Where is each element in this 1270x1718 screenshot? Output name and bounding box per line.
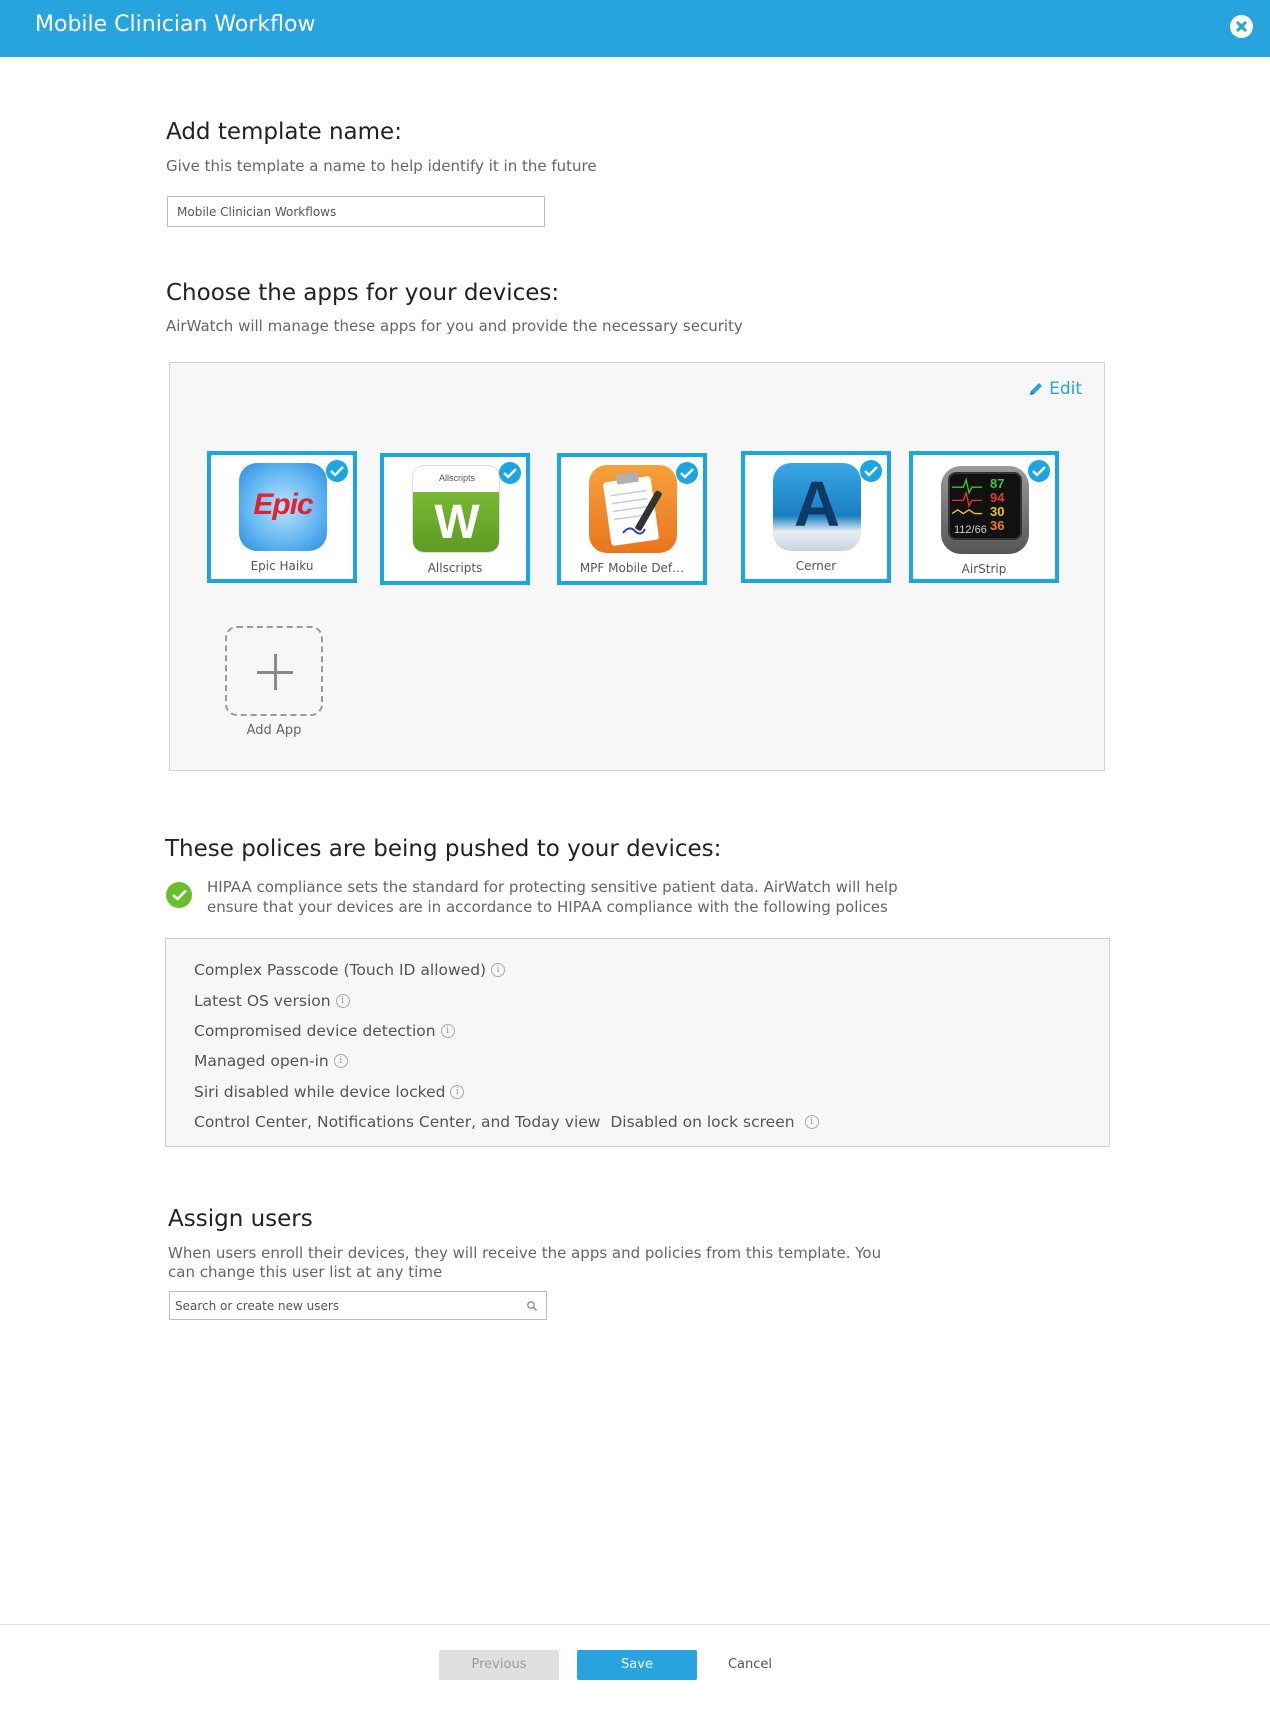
airstrip-reading-4: 36 <box>990 518 1005 533</box>
policy-item: Complex Passcode (Touch ID allowed) i <box>194 955 1109 985</box>
policy-item: Control Center, Notifications Center, an… <box>194 1107 1109 1137</box>
footer-divider <box>0 1624 1270 1625</box>
info-icon[interactable]: i <box>804 1115 819 1130</box>
template-name-input[interactable]: Mobile Clinician Workflows <box>167 196 545 227</box>
policy-label: Control Center, Notifications Center, an… <box>194 1113 795 1132</box>
policy-label: Compromised device detection <box>194 1021 436 1040</box>
info-icon[interactable]: i <box>440 1023 455 1038</box>
edit-label: Edit <box>1049 379 1082 399</box>
app-tile-epic-haiku[interactable]: Epic Epic Haiku <box>207 451 357 583</box>
previous-button[interactable]: Previous <box>439 1650 559 1680</box>
user-search-placeholder: Search or create new users <box>175 1299 340 1313</box>
app-tile-mpf-mobile[interactable]: MPF Mobile Def… <box>557 453 707 585</box>
app-tile-allscripts[interactable]: Allscripts W Allscripts <box>380 453 530 585</box>
airstrip-reading-2: 94 <box>990 490 1005 505</box>
policy-item: Compromised device detection i <box>194 1016 1109 1046</box>
info-icon[interactable]: i <box>491 963 506 978</box>
policies-heading: These polices are being pushed to your d… <box>165 836 722 862</box>
cerner-icon: A <box>773 463 861 551</box>
policies-list: Complex Passcode (Touch ID allowed) i Lat… <box>165 938 1110 1147</box>
add-app-button[interactable] <box>225 626 323 716</box>
epic-haiku-icon: Epic <box>239 463 327 551</box>
app-tile-cerner[interactable]: A Cerner <box>741 451 891 583</box>
hipaa-description: HIPAA compliance sets the standard for p… <box>207 878 898 916</box>
info-icon[interactable]: i <box>450 1084 465 1099</box>
info-icon[interactable]: i <box>335 993 350 1008</box>
selected-check-icon <box>676 462 698 484</box>
allscripts-icon: Allscripts W <box>412 465 500 553</box>
cerner-letter: A <box>793 468 841 540</box>
app-label: Allscripts <box>427 561 483 575</box>
policy-label: Complex Passcode (Touch ID allowed) <box>194 961 487 980</box>
airstrip-bp: 112/66 <box>954 524 987 536</box>
airstrip-icon: 87 94 30 36 112/66 <box>941 466 1029 554</box>
title-bar: Mobile Clinician Workflow <box>0 0 1270 57</box>
policy-item: Managed open-in i <box>194 1046 1109 1076</box>
policy-label: Latest OS version <box>194 991 331 1010</box>
add-app-label: Add App <box>246 723 302 738</box>
apps-description: AirWatch will manage these apps for you … <box>166 317 743 335</box>
airstrip-reading-1: 87 <box>990 476 1005 491</box>
apps-panel: Edit Epic Epic Haiku Allscripts W Allscr… <box>169 362 1105 771</box>
app-label: Cerner <box>795 559 837 573</box>
app-label: MPF Mobile Def… <box>579 561 685 575</box>
selected-check-icon <box>499 462 521 484</box>
apps-heading: Choose the apps for your devices: <box>166 280 560 306</box>
assign-users-description: When users enroll their devices, they wi… <box>168 1244 882 1281</box>
policy-label: Siri disabled while device locked <box>194 1082 446 1101</box>
user-search-input[interactable]: Search or create new users <box>169 1291 547 1320</box>
policy-item: Siri disabled while device locked i <box>194 1077 1109 1107</box>
selected-check-icon <box>326 460 348 482</box>
selected-check-icon <box>860 460 882 482</box>
app-tile-airstrip[interactable]: 87 94 30 36 112/66 AirStrip <box>909 451 1059 583</box>
template-name-description: Give this template a name to help identi… <box>166 157 597 175</box>
app-label: Epic Haiku <box>250 559 314 573</box>
assign-users-heading: Assign users <box>168 1206 313 1232</box>
info-icon[interactable]: i <box>333 1054 348 1069</box>
pencil-icon <box>1030 383 1043 395</box>
selected-check-icon <box>1028 460 1050 482</box>
close-icon[interactable] <box>1230 15 1253 38</box>
search-icon <box>527 1301 538 1312</box>
cancel-button[interactable]: Cancel <box>720 1650 780 1680</box>
window-title: Mobile Clinician Workflow <box>35 12 316 37</box>
save-button[interactable]: Save <box>577 1650 697 1680</box>
airstrip-reading-3: 30 <box>990 504 1005 519</box>
allscripts-letter: W <box>413 492 499 552</box>
mpf-mobile-icon <box>589 465 677 553</box>
policy-label: Managed open-in <box>194 1052 329 1071</box>
app-label: AirStrip <box>961 562 1007 576</box>
epic-logo-text: Epic <box>253 488 313 521</box>
allscripts-brand-text: Allscripts <box>413 466 499 492</box>
edit-apps-button[interactable]: Edit <box>1028 379 1082 399</box>
check-circle-icon <box>166 882 192 908</box>
template-name-heading: Add template name: <box>166 119 402 145</box>
policy-item: Latest OS version i <box>194 985 1109 1015</box>
